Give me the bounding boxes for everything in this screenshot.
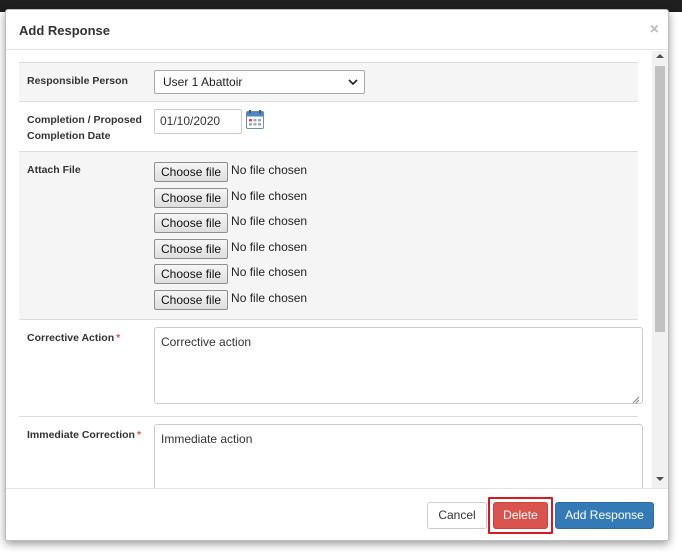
required-marker: * — [116, 332, 121, 344]
responsible-person-select[interactable]: User 1 Abattoir — [154, 70, 365, 94]
modal-footer: Cancel Delete Add Response — [6, 488, 668, 540]
calendar-icon[interactable] — [246, 110, 264, 129]
immediate-correction-textarea[interactable]: Immediate action — [154, 424, 643, 488]
file-input-4: Choose file No file chosen — [154, 239, 307, 259]
corrective-action-label: Corrective Action * — [27, 330, 152, 346]
file-input-3: Choose file No file chosen — [154, 213, 307, 233]
choose-file-button[interactable]: Choose file — [154, 213, 229, 233]
file-status: No file chosen — [231, 265, 308, 279]
completion-date-input[interactable]: 01/10/2020 — [154, 109, 242, 134]
file-status: No file chosen — [231, 240, 308, 254]
scroll-thumb[interactable] — [655, 66, 665, 332]
file-input-5: Choose file No file chosen — [154, 264, 307, 284]
file-status: No file chosen — [231, 163, 308, 177]
corrective-action-textarea[interactable]: Corrective action — [154, 327, 643, 404]
close-icon[interactable]: × — [650, 22, 659, 38]
resize-grip-icon[interactable] — [632, 393, 640, 404]
immediate-correction-value: Immediate action — [161, 432, 253, 446]
file-status: No file chosen — [231, 214, 308, 228]
corrective-action-value: Corrective action — [161, 335, 252, 349]
add-response-modal: Add Response × Responsible Person User 1… — [5, 9, 669, 541]
choose-file-button[interactable]: Choose file — [154, 162, 229, 182]
immediate-correction-label: Immediate Correction * — [27, 427, 152, 443]
choose-file-button[interactable]: Choose file — [154, 264, 229, 284]
row-attach-file: Attach File Choose file No file chosen Ch… — [19, 151, 638, 319]
responsible-person-label: Responsible Person — [27, 75, 128, 87]
completion-date-label: Completion / Proposed Completion Date — [27, 114, 142, 142]
choose-file-button[interactable]: Choose file — [154, 188, 229, 208]
file-input-6: Choose file No file chosen — [154, 290, 307, 310]
responsible-person-value: User 1 Abattoir — [163, 75, 243, 89]
modal-scrollbar[interactable] — [652, 51, 668, 488]
corrective-action-label-text: Corrective Action — [27, 332, 115, 344]
file-status: No file chosen — [231, 189, 308, 203]
response-form: Responsible Person User 1 Abattoir Compl… — [19, 62, 643, 488]
row-responsible-person: Responsible Person User 1 Abattoir — [19, 62, 638, 101]
delete-button[interactable]: Delete — [493, 502, 548, 529]
file-input-1: Choose file No file chosen — [154, 162, 307, 182]
required-marker: * — [136, 429, 142, 441]
modal-header: Add Response × — [6, 10, 668, 50]
row-completion-date: Completion / Proposed Completion Date 01… — [19, 101, 638, 151]
immediate-correction-label-text: Immediate Correction — [27, 429, 135, 441]
row-corrective-action: Corrective Action * Corrective action — [19, 319, 643, 416]
file-status: No file chosen — [231, 291, 308, 305]
chevron-down-icon — [348, 71, 358, 102]
choose-file-button[interactable]: Choose file — [154, 290, 229, 310]
cancel-button[interactable]: Cancel — [427, 502, 487, 529]
scroll-down-icon[interactable] — [652, 474, 668, 488]
attach-file-label: Attach File — [27, 164, 81, 176]
scroll-up-icon[interactable] — [652, 51, 668, 65]
file-input-2: Choose file No file chosen — [154, 188, 307, 208]
choose-file-button[interactable]: Choose file — [154, 239, 229, 259]
row-immediate-correction: Immediate Correction * Immediate action — [19, 416, 643, 488]
add-response-button[interactable]: Add Response — [555, 502, 654, 529]
modal-body: Responsible Person User 1 Abattoir Compl… — [6, 51, 668, 488]
modal-title: Add Response — [19, 23, 111, 38]
